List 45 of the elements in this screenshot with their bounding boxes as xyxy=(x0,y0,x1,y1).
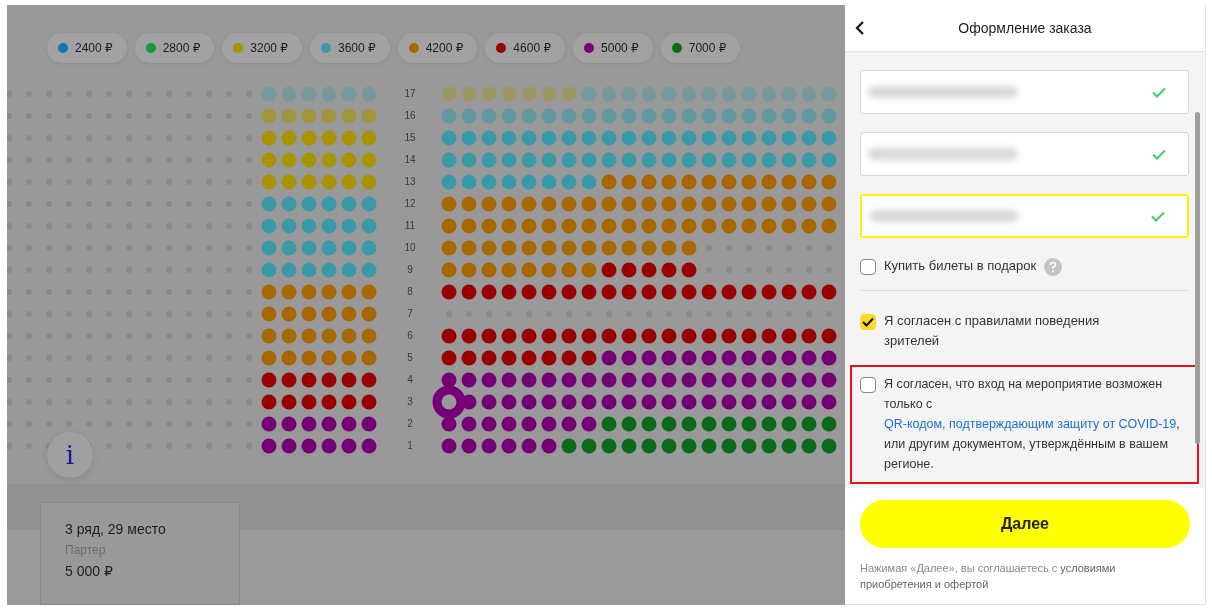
row-number: 2 xyxy=(407,418,413,429)
checkbox[interactable] xyxy=(860,259,876,275)
checkbox-label: Я согласен с правилами поведения зрителей xyxy=(884,312,1101,350)
price-filter-chip[interactable]: 7000 ₽ xyxy=(660,33,741,63)
price-filter-chip[interactable]: 2800 ₽ xyxy=(134,33,215,63)
row-number: 16 xyxy=(404,110,416,121)
row-number: 14 xyxy=(404,154,416,165)
row-number: 3 xyxy=(407,396,413,407)
check-icon xyxy=(1151,210,1165,222)
checkbox-label: Я согласен, что вход на мероприятие возможен только с QR-кодом, подтверждающим защиту от COVID-19, или другим документом, утверждённым в вашем регионе. xyxy=(884,376,1181,473)
input-field[interactable] xyxy=(860,194,1189,238)
back-icon[interactable] xyxy=(855,21,865,35)
price-filter-chip[interactable]: 3200 ₽ xyxy=(222,33,302,63)
price-filter-chip[interactable]: 3600 ₽ xyxy=(310,33,390,63)
terms-note: Нажимая «Далее», вы соглашаетесь с условиями приобретения и офертой xyxy=(860,561,1117,592)
input-field[interactable] xyxy=(860,70,1189,114)
checkbox-label: Купить билеты в подарок xyxy=(884,257,1037,275)
checkbox[interactable] xyxy=(860,377,876,393)
check-icon xyxy=(1152,86,1166,98)
row-number: 17 xyxy=(404,88,416,99)
row-number: 6 xyxy=(407,330,413,341)
info-button[interactable]: i xyxy=(47,432,93,478)
selected-seat-icon[interactable] xyxy=(432,385,466,419)
row-number: 12 xyxy=(404,198,416,209)
next-button[interactable]: Далее xyxy=(860,500,1190,548)
row-number: 4 xyxy=(407,374,413,385)
price-filter-chip[interactable]: 4200 ₽ xyxy=(397,33,478,63)
seat-price: 5 000 ₽ xyxy=(65,563,114,579)
row-number: 7 xyxy=(407,308,413,319)
row-number: 8 xyxy=(407,286,413,297)
check-icon xyxy=(1152,148,1166,160)
price-filter-chip[interactable]: 5000 ₽ xyxy=(573,33,653,63)
row-number: 1 xyxy=(407,440,413,451)
row-number: 10 xyxy=(404,242,416,253)
row-number: 9 xyxy=(407,264,413,275)
price-filter-chip[interactable]: 2400 ₽ xyxy=(47,33,127,63)
row-number: 11 xyxy=(404,220,416,231)
input-field[interactable] xyxy=(860,132,1189,176)
price-filter-chip[interactable]: 4600 ₽ xyxy=(485,33,566,63)
panel-title: Оформление заказа xyxy=(957,20,1093,36)
row-number: 13 xyxy=(404,176,416,187)
scrollbar[interactable] xyxy=(1195,112,1200,444)
seat-title: 3 ряд, 29 место xyxy=(65,521,167,537)
row-number: 5 xyxy=(407,352,413,363)
row-number: 15 xyxy=(404,132,416,143)
